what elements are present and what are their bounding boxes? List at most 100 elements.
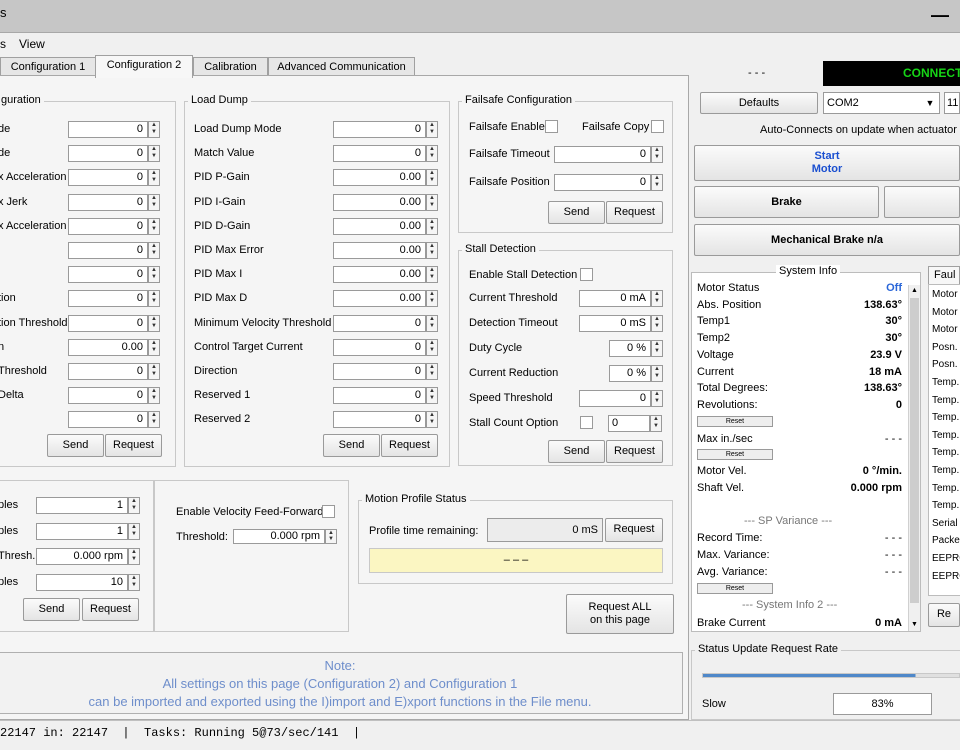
chevron-down-icon[interactable]: ▼ [921,93,939,113]
load-dump-row-input[interactable]: 0 [333,387,426,405]
spin-up-icon[interactable]: ▲ [427,291,437,298]
reset-button[interactable]: Reset [697,583,773,594]
samples-row-input[interactable]: 1 [36,497,128,514]
load-dump-row-input[interactable]: 0.00 [333,290,426,308]
samples-row-input[interactable]: 1 [36,522,128,540]
spin-up-icon[interactable]: ▲ [149,316,159,323]
spin-up-icon[interactable]: ▲ [427,364,437,371]
request-button[interactable]: Request [606,201,663,224]
menu-item-view[interactable]: View [19,37,45,51]
spin-down-icon[interactable]: ▼ [652,373,662,380]
motion-row-input[interactable]: 0 [68,363,148,380]
motion-row-stepper[interactable]: ▲ ▼ [148,314,160,332]
motion-row-input[interactable]: 0 [68,387,148,405]
velocity-feed-forward-checkbox[interactable] [322,505,335,518]
failsafe-timeout-stepper[interactable]: ▲ ▼ [651,146,663,163]
spin-up-icon[interactable]: ▲ [149,195,159,202]
send-button[interactable]: Send [23,598,80,621]
motion-row-stepper[interactable]: ▲ ▼ [148,217,160,235]
spin-down-icon[interactable]: ▼ [427,347,437,354]
motion-row-input[interactable]: 0 [68,217,148,235]
spin-down-icon[interactable]: ▼ [427,153,437,160]
load-dump-row-stepper[interactable]: ▲ ▼ [426,169,438,187]
samples-row-input[interactable]: 0.000 rpm [36,548,128,565]
stall-row-stepper[interactable]: ▲ ▼ [651,315,663,332]
spin-down-icon[interactable]: ▼ [129,556,139,563]
motion-row-input[interactable]: 0 [68,193,148,211]
spin-down-icon[interactable]: ▼ [129,582,139,589]
spin-down-icon[interactable]: ▼ [149,129,159,136]
load-dump-row-stepper[interactable]: ▲ ▼ [426,193,438,211]
spin-down-icon[interactable]: ▼ [427,323,437,330]
load-dump-row-input[interactable]: 0 [333,145,426,163]
spin-up-icon[interactable]: ▲ [129,549,139,556]
failsafe-enable-checkbox[interactable] [545,120,558,133]
stall-row-input[interactable]: 0 mA [579,290,651,307]
spin-down-icon[interactable]: ▼ [149,371,159,378]
motion-row-stepper[interactable]: ▲ ▼ [148,193,160,211]
send-button[interactable]: Send [323,434,380,457]
spin-down-icon[interactable]: ▼ [427,202,437,209]
brake-button[interactable]: Brake [694,186,879,218]
load-dump-row-stepper[interactable]: ▲ ▼ [426,145,438,163]
load-dump-row-stepper[interactable]: ▲ ▼ [426,363,438,380]
stall-row-stepper[interactable]: ▲ ▼ [651,290,663,307]
motion-row-stepper[interactable]: ▲ ▼ [148,290,160,308]
spin-up-icon[interactable]: ▲ [149,291,159,298]
motion-row-stepper[interactable]: ▲ ▼ [148,266,160,284]
spin-down-icon[interactable]: ▼ [149,226,159,233]
motion-row-stepper[interactable]: ▲ ▼ [148,169,160,187]
spin-down-icon[interactable]: ▼ [149,323,159,330]
spin-down-icon[interactable]: ▼ [149,395,159,402]
spin-up-icon[interactable]: ▲ [427,388,437,395]
samples-row-stepper[interactable]: ▲ ▼ [128,548,140,565]
spin-up-icon[interactable]: ▲ [149,412,159,419]
spin-up-icon[interactable]: ▲ [427,316,437,323]
spin-up-icon[interactable]: ▲ [149,146,159,153]
spin-down-icon[interactable]: ▼ [427,226,437,233]
load-dump-row-stepper[interactable]: ▲ ▼ [426,387,438,405]
spin-up-icon[interactable]: ▲ [427,146,437,153]
spin-up-icon[interactable]: ▲ [149,122,159,129]
update-rate-slider[interactable] [702,673,960,678]
tab-faults[interactable]: Faul [928,266,960,284]
motion-row-stepper[interactable]: ▲ ▼ [148,338,160,356]
motion-row-input[interactable]: 0 [68,121,148,138]
send-button[interactable]: Send [548,440,605,463]
motion-row-input[interactable]: 0 [68,266,148,284]
spin-up-icon[interactable]: ▲ [149,170,159,177]
load-dump-row-input[interactable]: 0 [333,363,426,380]
spin-up-icon[interactable]: ▲ [427,219,437,226]
mechanical-brake-button[interactable]: Mechanical Brake n/a [694,224,960,256]
spin-up-icon[interactable]: ▲ [129,575,139,582]
load-dump-row-stepper[interactable]: ▲ ▼ [426,338,438,356]
spin-down-icon[interactable]: ▼ [149,274,159,281]
spin-down-icon[interactable]: ▼ [652,348,662,355]
spin-up-icon[interactable]: ▲ [652,291,662,298]
spin-up-icon[interactable]: ▲ [149,364,159,371]
tab-configuration-1[interactable]: Configuration 1 [0,57,96,77]
samples-row-input[interactable]: 10 [36,573,128,591]
spin-up-icon[interactable]: ▲ [652,391,662,398]
stall-row-stepper[interactable]: ▲ ▼ [651,340,663,357]
spin-up-icon[interactable]: ▲ [652,341,662,348]
load-dump-row-stepper[interactable]: ▲ ▼ [426,314,438,332]
stall-row-stepper[interactable]: ▲ ▼ [651,390,663,407]
minimize-button[interactable]: — [920,0,960,33]
spin-down-icon[interactable]: ▼ [427,419,437,426]
threshold-input[interactable]: 0.000 rpm [233,529,325,544]
start-motor-button[interactable]: Start Motor [694,145,960,181]
request-all-button[interactable]: Request ALL on this page [566,594,674,634]
stall-row-input[interactable]: 0 % [609,365,651,382]
tab-configuration-2[interactable]: Configuration 2 [95,55,193,78]
motion-row-input[interactable]: 0 [68,314,148,332]
samples-row-stepper[interactable]: ▲ ▼ [128,522,140,540]
scroll-up-icon[interactable]: ▲ [909,285,920,296]
spin-down-icon[interactable]: ▼ [149,153,159,160]
load-dump-row-stepper[interactable]: ▲ ▼ [426,290,438,308]
motion-row-stepper[interactable]: ▲ ▼ [148,242,160,259]
load-dump-row-stepper[interactable]: ▲ ▼ [426,242,438,259]
tab-calibration[interactable]: Calibration [193,57,268,77]
spin-up-icon[interactable]: ▲ [129,498,139,505]
spin-down-icon[interactable]: ▼ [149,202,159,209]
